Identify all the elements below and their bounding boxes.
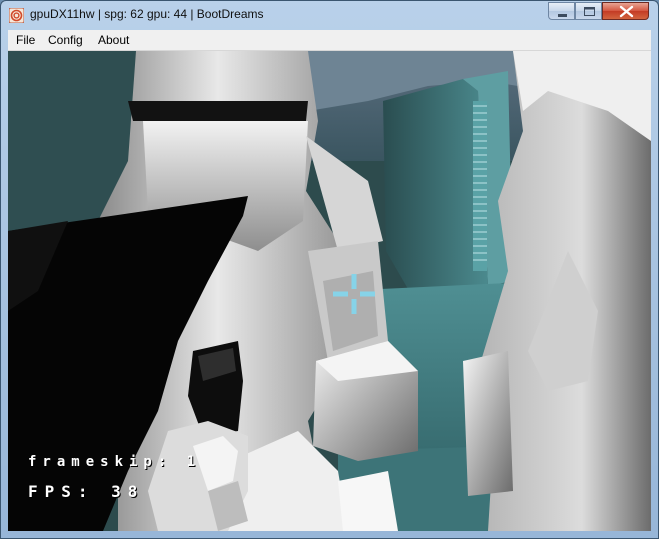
menu-bar: File Config About bbox=[8, 30, 651, 51]
fps-readout: FPS: 38 bbox=[28, 482, 145, 501]
minimize-icon bbox=[558, 14, 567, 17]
menu-about[interactable]: About bbox=[98, 33, 129, 47]
title-bar[interactable]: gpuDX11hw | spg: 62 gpu: 44 | BootDreams bbox=[1, 1, 658, 30]
app-window: gpuDX11hw | spg: 62 gpu: 44 | BootDreams… bbox=[0, 0, 659, 539]
maximize-button[interactable] bbox=[575, 2, 602, 20]
close-button[interactable] bbox=[602, 2, 649, 20]
menu-file[interactable]: File bbox=[16, 33, 35, 47]
minimize-button[interactable] bbox=[548, 2, 575, 20]
window-title: gpuDX11hw | spg: 62 gpu: 44 | BootDreams bbox=[30, 7, 264, 21]
menu-config[interactable]: Config bbox=[48, 33, 83, 47]
vent-grill bbox=[473, 101, 487, 271]
app-icon[interactable] bbox=[8, 7, 25, 24]
close-icon bbox=[619, 5, 634, 18]
maximize-icon bbox=[584, 7, 595, 16]
frameskip-readout: frameskip: 1 bbox=[28, 454, 202, 470]
game-viewport[interactable]: frameskip: 1 FPS: 38 bbox=[8, 51, 651, 531]
